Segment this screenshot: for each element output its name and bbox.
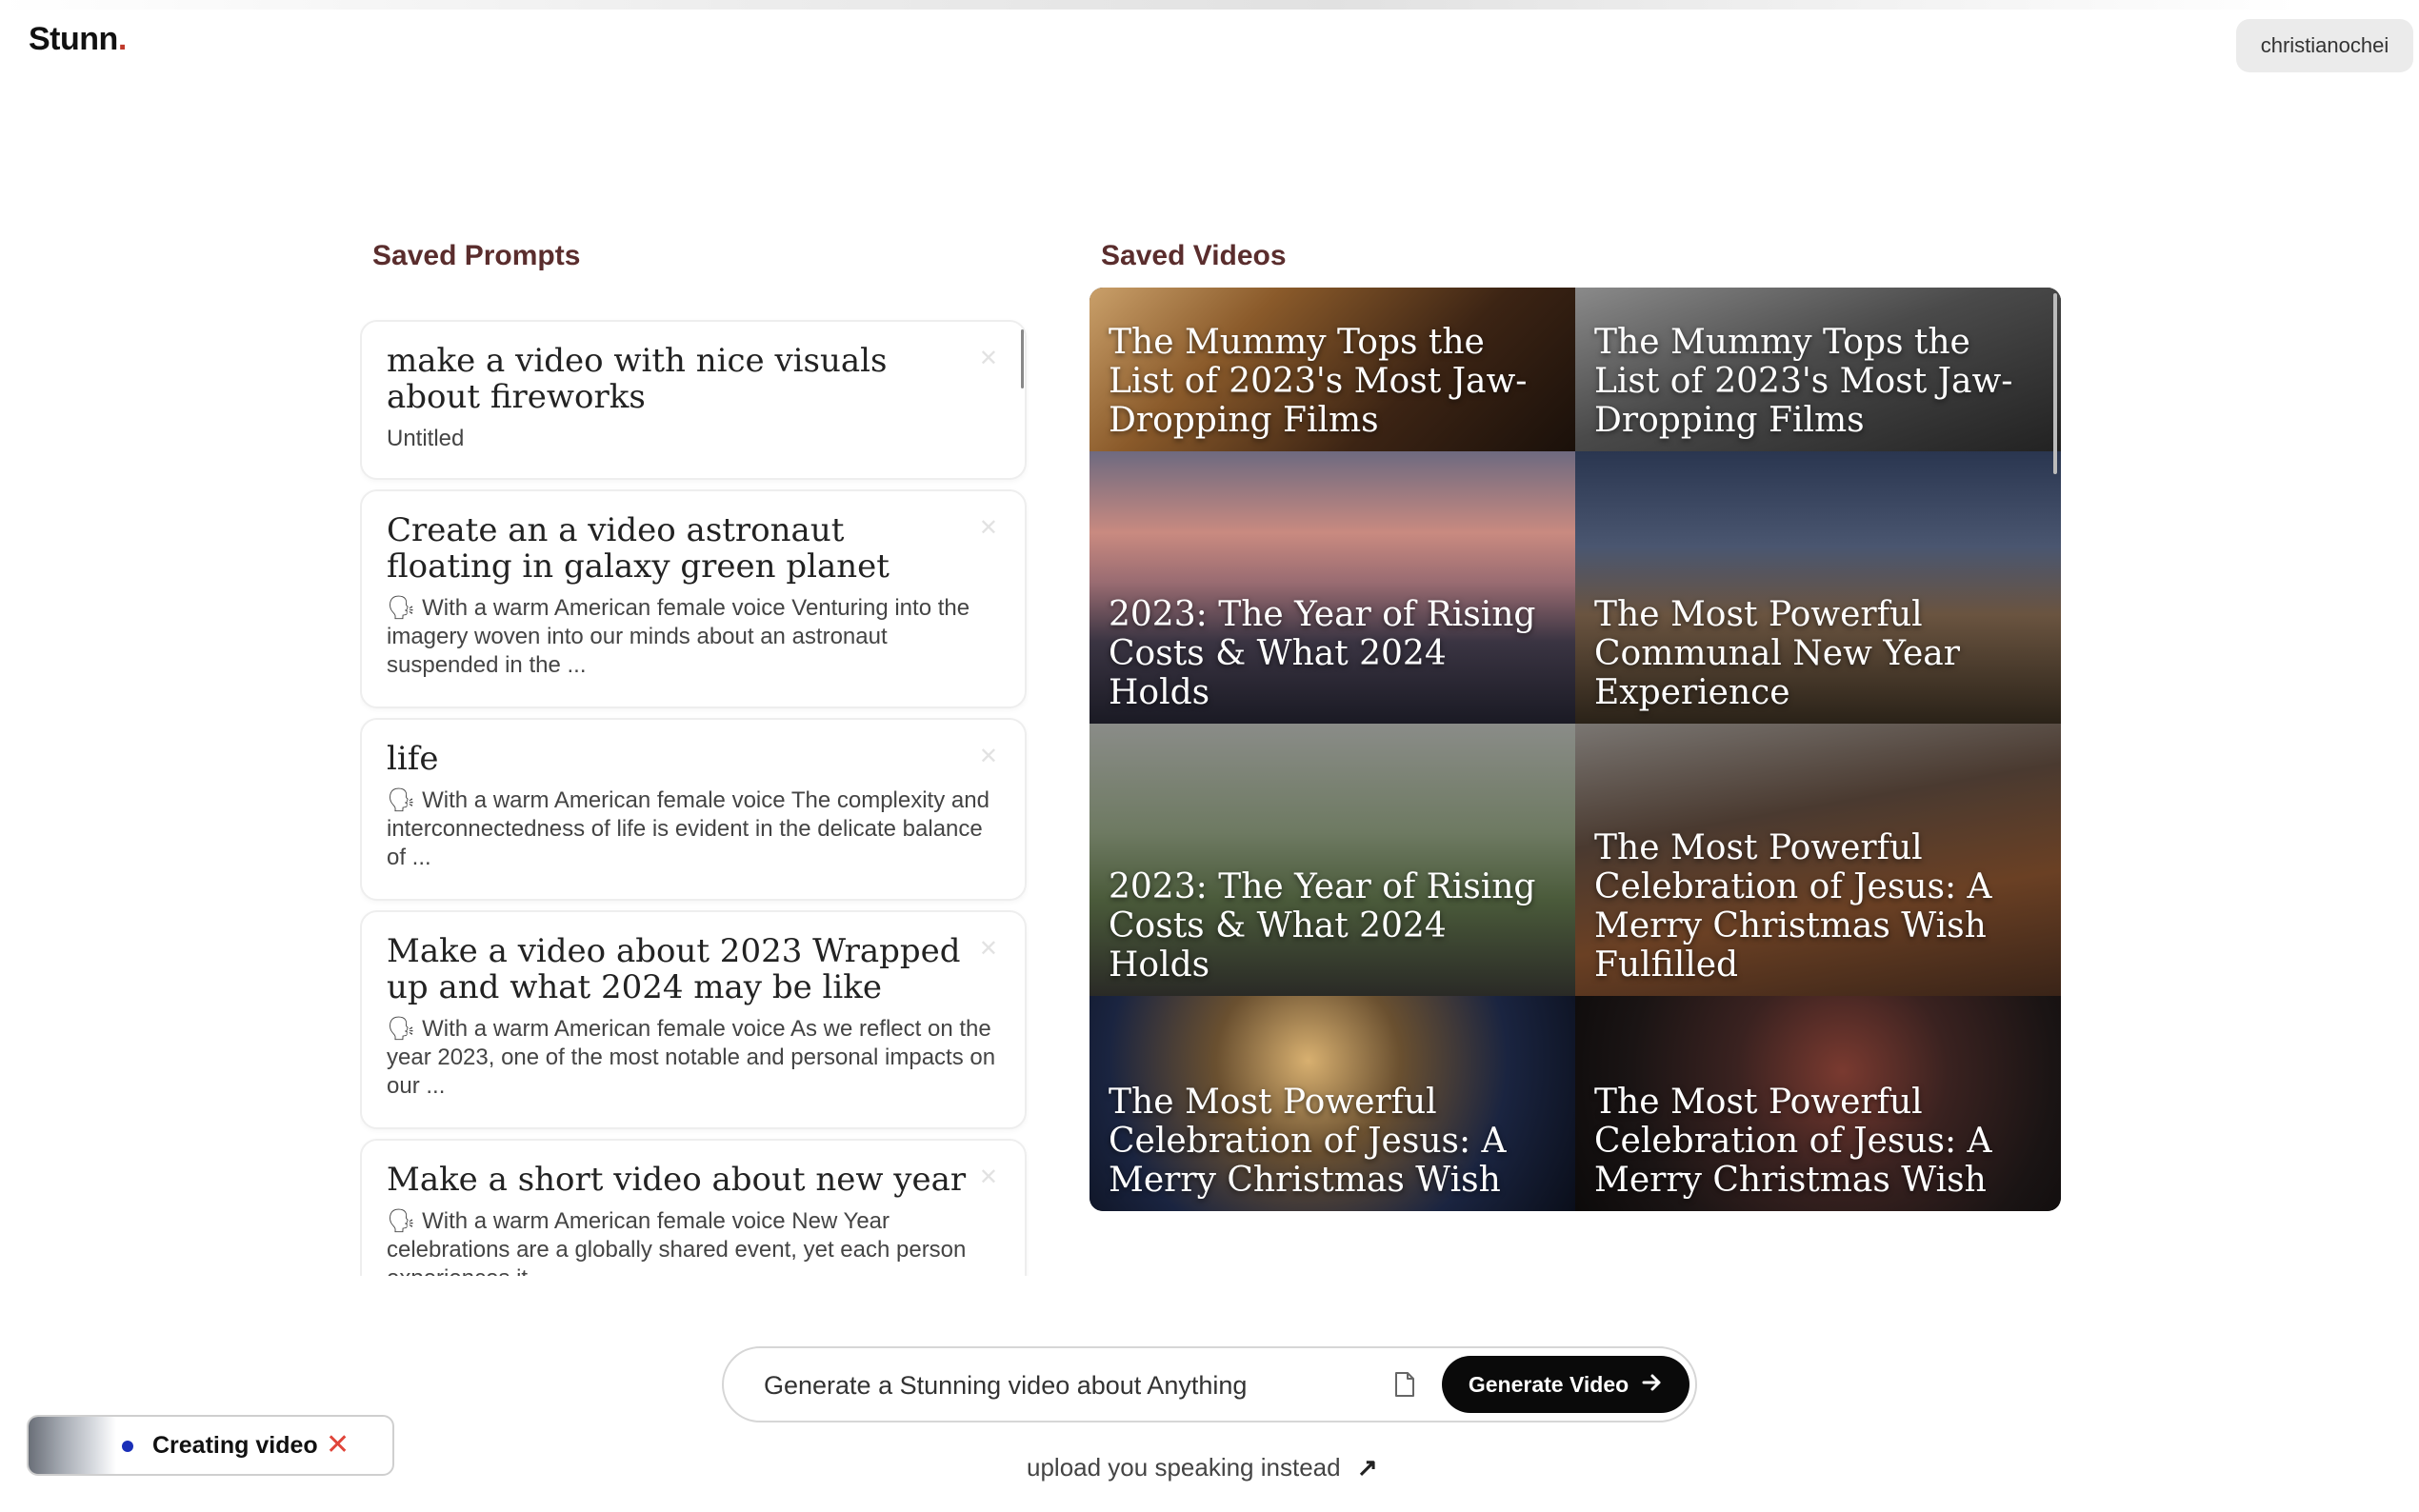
video-caption: The Most Powerful Communal New Year Expe… [1594,595,1960,712]
video-thumbnail[interactable]: The Mummy Tops the List of 2023's Most J… [1090,288,1575,451]
prompt-subtitle: 🗣 With a warm American female voice Vent… [387,595,970,678]
prompt-title: Make a short video about new year [387,1161,967,1199]
close-icon[interactable]: ✕ [326,1428,350,1462]
video-thumbnail[interactable]: 2023: The Year of Rising Costs & What 20… [1090,451,1575,724]
generate-bar: Generate Video [722,1346,1697,1422]
creating-video-thumbnail [29,1417,116,1474]
status-dot-icon [122,1441,133,1452]
video-caption: 2023: The Year of Rising Costs & What 20… [1109,867,1536,985]
generate-video-label: Generate Video [1468,1371,1629,1397]
prompt-title: Create an a video astronaut floating in … [387,511,890,586]
prompt-title: life [387,740,439,778]
prompt-card[interactable]: Create an a video astronaut floating in … [360,489,1027,708]
file-icon[interactable] [1394,1371,1415,1403]
video-caption: The Mummy Tops the List of 2023's Most J… [1594,323,2013,440]
prompt-subtitle: 🗣 With a warm American female voice New … [387,1208,967,1276]
video-thumbnail[interactable]: The Most Powerful Celebration of Jesus: … [1575,996,2061,1211]
prompt-subtitle: Untitled [387,426,465,451]
upload-speaking-link[interactable]: upload you speaking instead ↗ [1027,1453,1378,1482]
saved-prompts-heading: Saved Prompts [372,240,581,271]
video-thumbnail[interactable]: The Most Powerful Celebration of Jesus: … [1575,724,2061,996]
creating-video-status[interactable]: Creating video ✕ [27,1415,394,1476]
close-icon[interactable]: ✕ [979,514,998,542]
close-icon[interactable]: ✕ [979,345,998,372]
prompt-card[interactable]: make a video with nice visuals about fir… [360,320,1027,480]
video-thumbnail[interactable]: The Mummy Tops the List of 2023's Most J… [1575,288,2061,451]
saved-videos-heading: Saved Videos [1101,240,1287,271]
stunn-logo[interactable]: Stunn. [29,21,127,58]
prompt-subtitle: 🗣 With a warm American female voice As w… [387,1016,996,1099]
prompt-card[interactable]: Make a video about 2023 Wrapped up and w… [360,910,1027,1129]
prompt-title: make a video with nice visuals about fir… [387,342,888,416]
top-progress-line [0,0,2419,10]
creating-video-label: Creating video [152,1432,318,1459]
close-icon[interactable]: ✕ [979,1164,998,1191]
prompt-input[interactable] [762,1348,1356,1422]
video-caption: The Mummy Tops the List of 2023's Most J… [1109,323,1528,440]
generate-video-button[interactable]: Generate Video [1442,1356,1689,1413]
video-thumbnail[interactable]: The Most Powerful Communal New Year Expe… [1575,451,2061,724]
videos-scrollbar[interactable] [2053,293,2057,474]
arrow-up-right-icon: ↗ [1356,1453,1378,1482]
video-caption: 2023: The Year of Rising Costs & What 20… [1109,595,1536,712]
user-account-button[interactable]: christianochei [2236,19,2413,72]
video-thumbnail[interactable]: 2023: The Year of Rising Costs & What 20… [1090,724,1575,996]
prompt-card[interactable]: Make a short video about new year 🗣 With… [360,1139,1027,1276]
video-caption: The Most Powerful Celebration of Jesus: … [1109,1083,1507,1200]
arrow-right-icon [1642,1372,1663,1398]
prompt-subtitle: 🗣 With a warm American female voice The … [387,787,990,870]
close-icon[interactable]: ✕ [979,935,998,963]
close-icon[interactable]: ✕ [979,743,998,770]
prompt-card[interactable]: life 🗣 With a warm American female voice… [360,718,1027,901]
prompts-scrollbar[interactable] [1021,329,1024,388]
prompt-title: Make a video about 2023 Wrapped up and w… [387,932,961,1006]
saved-videos-grid[interactable]: The Mummy Tops the List of 2023's Most J… [1090,288,2061,1211]
upload-link-label: upload you speaking instead [1027,1453,1341,1482]
saved-prompts-list[interactable]: make a video with nice visuals about fir… [360,308,1029,1276]
video-thumbnail[interactable]: The Most Powerful Celebration of Jesus: … [1090,996,1575,1211]
video-caption: The Most Powerful Celebration of Jesus: … [1594,1083,1992,1200]
video-caption: The Most Powerful Celebration of Jesus: … [1594,828,1992,985]
